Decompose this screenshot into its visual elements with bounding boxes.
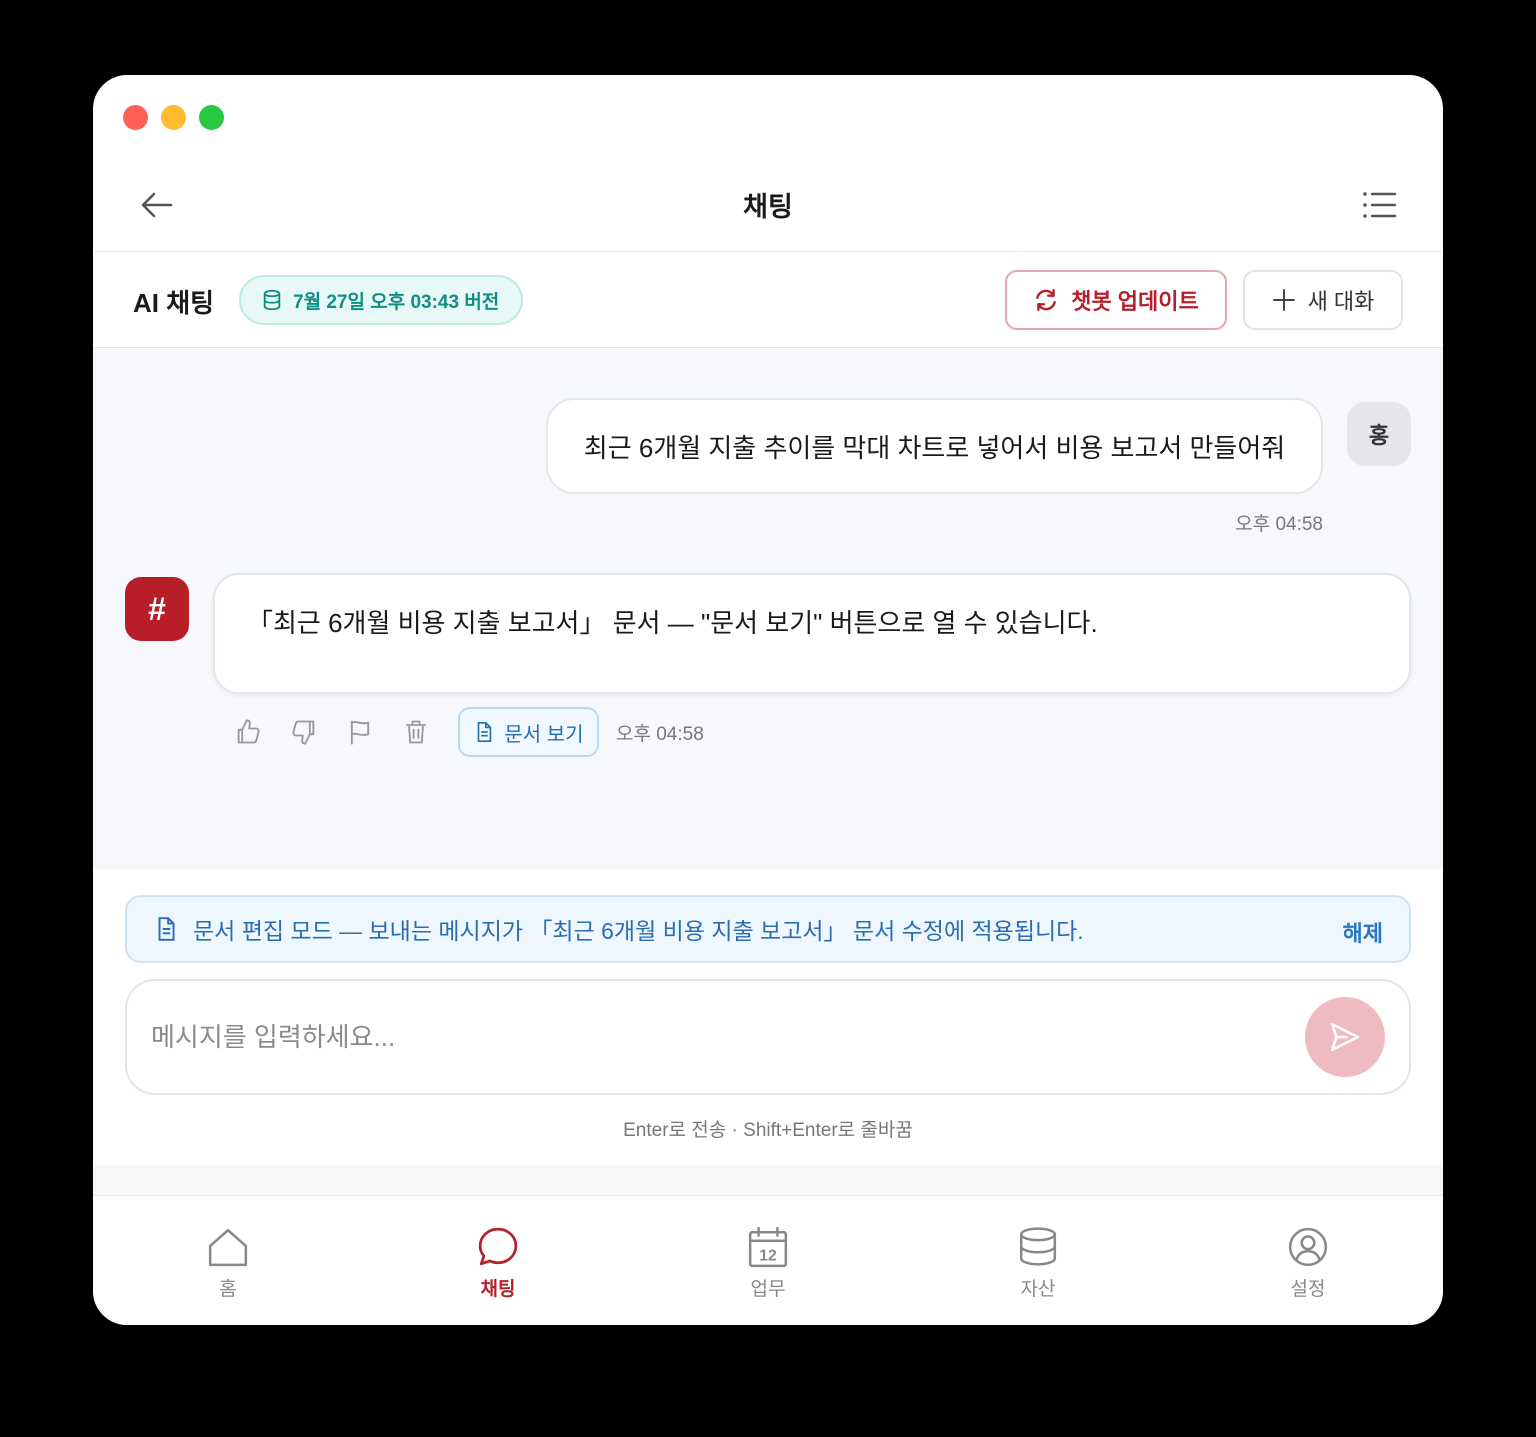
spacer xyxy=(93,1165,1443,1195)
zoom-window-button[interactable] xyxy=(199,105,224,130)
tab-home-label: 홈 xyxy=(219,1279,237,1300)
message-actions: 문서 보기 오후 04:58 xyxy=(230,707,704,757)
bot-message-bubble: 「최근 6개월 비용 지출 보고서」 문서 — "문서 보기" 버튼으로 열 수… xyxy=(213,573,1411,694)
update-chatbot-label: 챗봇 업데이트 xyxy=(1071,289,1199,314)
close-window-button[interactable] xyxy=(123,105,148,130)
tab-chat-label: 채팅 xyxy=(480,1279,516,1300)
bottom-tab-bar: 홈 채팅 12 업무 자산 설정 xyxy=(93,1195,1443,1325)
database-icon xyxy=(263,289,281,311)
send-button[interactable] xyxy=(1305,997,1385,1077)
tab-assets[interactable]: 자산 xyxy=(968,1226,1108,1301)
document-icon xyxy=(158,917,175,941)
window-controls xyxy=(123,105,224,130)
update-chatbot-button[interactable]: 챗봇 업데이트 xyxy=(1005,270,1227,330)
bot-message-text: 「최근 6개월 비용 지출 보고서」 문서 — "문서 보기" 버튼으로 열 수… xyxy=(247,608,1098,638)
bot-avatar: # xyxy=(125,577,189,641)
version-text: 7월 27일 오후 03:43 버전 xyxy=(293,291,500,313)
tab-settings-label: 설정 xyxy=(1290,1279,1326,1300)
tab-home[interactable]: 홈 xyxy=(158,1226,298,1301)
calendar-icon: 12 xyxy=(748,1226,788,1268)
user-message-time: 오후 04:58 xyxy=(1235,514,1323,535)
top-bar: 채팅 xyxy=(93,155,1443,252)
tab-tasks[interactable]: 12 업무 xyxy=(698,1226,838,1301)
chat-messages: 최근 6개월 지출 추이를 막대 차트로 넣어서 비용 보고서 만들어줘 홍 오… xyxy=(93,349,1443,869)
thumbs-up-icon xyxy=(237,719,260,744)
view-document-button[interactable]: 문서 보기 xyxy=(458,707,599,757)
chat-icon xyxy=(478,1227,518,1266)
page-title: 채팅 xyxy=(743,192,793,222)
user-message-bubble: 최근 6개월 지출 추이를 막대 차트로 넣어서 비용 보고서 만들어줘 xyxy=(546,398,1323,494)
send-icon xyxy=(1330,1022,1360,1052)
bot-message-time: 오후 04:58 xyxy=(616,723,704,745)
edit-mode-text: 문서 편집 모드 — 보내는 메시지가 「최근 6개월 비용 지출 보고서」 문… xyxy=(193,918,1084,944)
app-window: 채팅 AI 채팅 7월 27일 오후 03:43 버전 챗봇 업데이트 새 대화… xyxy=(93,75,1443,1325)
view-document-label: 문서 보기 xyxy=(504,723,584,746)
version-badge: 7월 27일 오후 03:43 버전 xyxy=(239,275,524,325)
refresh-icon xyxy=(1036,289,1057,311)
calendar-day: 12 xyxy=(759,1248,777,1265)
dislike-button[interactable] xyxy=(286,714,322,750)
menu-button[interactable] xyxy=(1359,185,1399,225)
tab-assets-label: 자산 xyxy=(1020,1279,1056,1300)
user-circle-icon xyxy=(1288,1227,1328,1267)
tab-settings[interactable]: 설정 xyxy=(1238,1226,1378,1301)
user-avatar: 홍 xyxy=(1347,402,1411,466)
thumbs-down-icon xyxy=(292,720,315,745)
document-icon xyxy=(478,722,492,742)
database-icon xyxy=(1019,1227,1057,1266)
new-chat-label: 새 대화 xyxy=(1307,289,1375,314)
section-title: AI 채팅 xyxy=(133,288,215,318)
plus-icon xyxy=(1272,289,1295,311)
tab-tasks-label: 업무 xyxy=(750,1279,786,1300)
list-menu-icon xyxy=(1363,192,1397,218)
composer-hint: Enter로 전송 · Shift+Enter로 줄바꿈 xyxy=(623,1120,913,1141)
release-edit-button[interactable]: 해제 xyxy=(1343,916,1383,948)
chat-subheader: AI 채팅 7월 27일 오후 03:43 버전 챗봇 업데이트 새 대화 xyxy=(93,252,1443,348)
report-button[interactable] xyxy=(342,714,378,750)
user-message-text: 최근 6개월 지출 추이를 막대 차트로 넣어서 비용 보고서 만들어줘 xyxy=(583,432,1286,463)
new-chat-button[interactable]: 새 대화 xyxy=(1243,270,1403,330)
delete-button[interactable] xyxy=(398,714,434,750)
minimize-window-button[interactable] xyxy=(161,105,186,130)
like-button[interactable] xyxy=(230,714,266,750)
message-input[interactable] xyxy=(151,1011,1281,1063)
message-composer xyxy=(125,979,1411,1095)
trash-icon xyxy=(405,720,427,744)
home-icon xyxy=(208,1228,248,1267)
flag-icon xyxy=(350,720,370,745)
document-edit-banner: 문서 편집 모드 — 보내는 메시지가 「최근 6개월 비용 지출 보고서」 문… xyxy=(125,895,1411,963)
tab-chat[interactable]: 채팅 xyxy=(428,1226,568,1301)
